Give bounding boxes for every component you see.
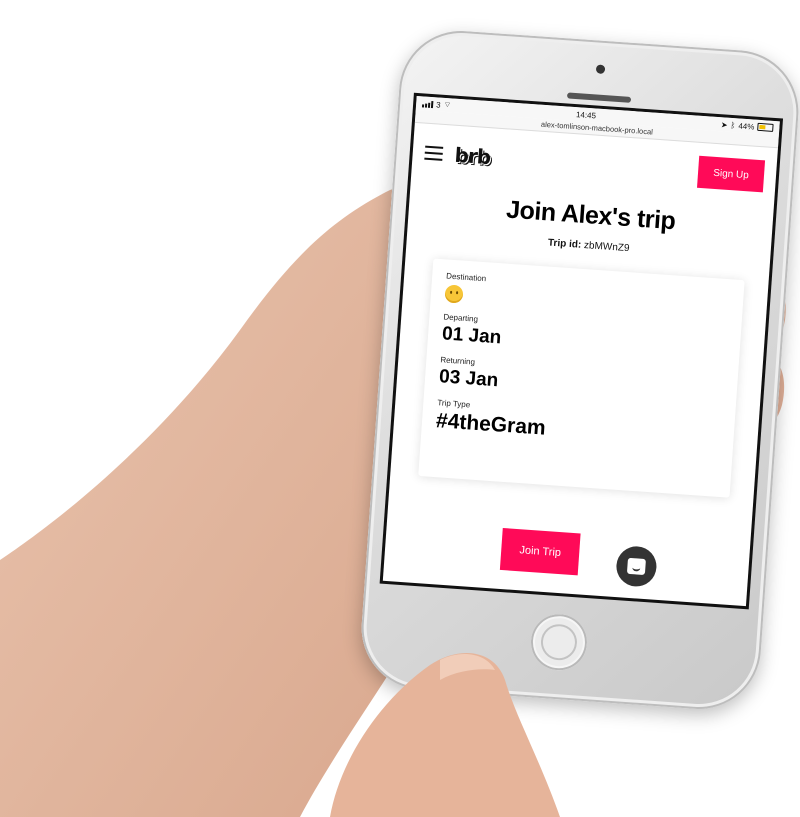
brb-logo[interactable]: brb [454, 143, 491, 169]
phone-screen: 3 ⌔ 14:45 ➤ ᛒ 44% alex-tomlinson-macbook… [382, 95, 780, 607]
trip-details-card: Destination Departing 01 Jan Returning 0… [418, 258, 745, 498]
hamburger-menu-icon[interactable] [424, 145, 444, 161]
shushing-face-emoji-icon [444, 284, 464, 304]
status-time: 14:45 [575, 109, 597, 120]
carrier-label: 3 [435, 99, 441, 110]
sign-up-button[interactable]: Sign Up [697, 155, 766, 193]
trip-id-label: Trip id: [547, 237, 582, 251]
home-button-ring [540, 623, 578, 661]
location-icon: ➤ [720, 119, 728, 130]
trip-id-value: zbMWnZ9 [583, 239, 630, 255]
join-trip-button[interactable]: Join Trip [499, 527, 581, 576]
wifi-icon: ⌔ [443, 99, 452, 110]
chat-button[interactable] [615, 545, 658, 588]
battery-percent: 44% [738, 120, 755, 132]
trip-type-field: Trip Type #4theGram [435, 398, 721, 453]
iphone-device: 3 ⌔ 14:45 ➤ ᛒ 44% alex-tomlinson-macbook… [357, 26, 800, 714]
bluetooth-icon: ᛒ [730, 120, 736, 130]
chat-icon [626, 557, 646, 576]
destination-label: Destination [445, 271, 487, 284]
departing-field: Departing 01 Jan [441, 312, 727, 365]
returning-field: Returning 03 Jan [438, 355, 724, 408]
signal-icon [421, 100, 434, 108]
battery-icon [757, 122, 774, 132]
